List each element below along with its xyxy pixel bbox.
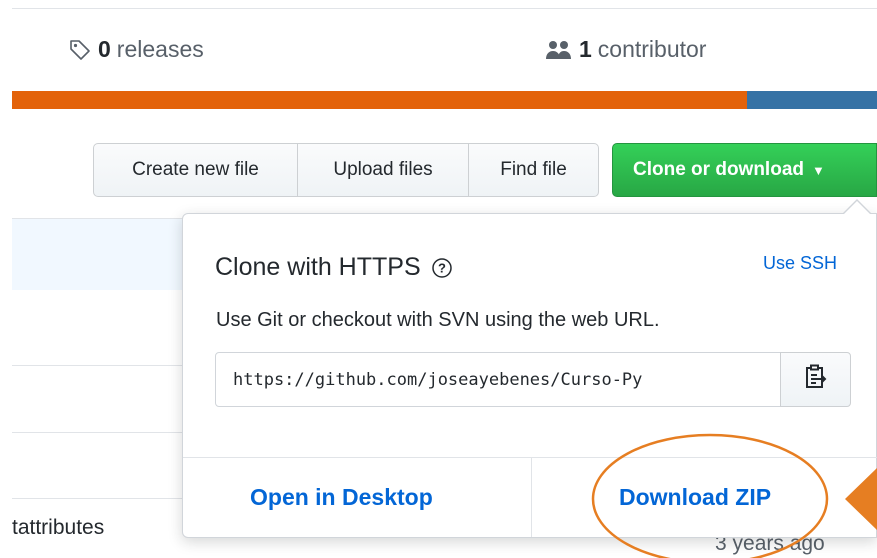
use-ssh-link[interactable]: Use SSH bbox=[763, 253, 837, 274]
file-list-divider bbox=[12, 432, 182, 433]
clone-url-input[interactable] bbox=[215, 352, 781, 407]
clone-or-download-button[interactable]: Clone or download ▼ bbox=[612, 143, 877, 197]
download-zip-button[interactable]: Download ZIP bbox=[619, 484, 771, 511]
releases-link[interactable]: 0 releases bbox=[68, 36, 204, 63]
top-divider bbox=[12, 8, 877, 9]
create-new-file-button[interactable]: Create new file bbox=[93, 143, 298, 197]
copy-url-button[interactable] bbox=[780, 352, 851, 407]
people-icon bbox=[545, 38, 573, 62]
caret-down-icon: ▼ bbox=[812, 162, 825, 178]
find-file-button[interactable]: Find file bbox=[468, 143, 599, 197]
language-segment-primary[interactable] bbox=[12, 91, 748, 109]
popover-footer-divider bbox=[183, 457, 877, 458]
svg-text:?: ? bbox=[438, 260, 446, 275]
popover-arrow bbox=[844, 201, 870, 214]
contributors-count: 1 bbox=[579, 36, 592, 62]
clone-description: Use Git or checkout with SVN using the w… bbox=[216, 309, 660, 331]
language-segment-secondary[interactable] bbox=[747, 91, 877, 109]
popover-footer-separator bbox=[531, 458, 532, 537]
question-icon[interactable]: ? bbox=[431, 257, 453, 279]
file-list-divider bbox=[12, 365, 182, 366]
contributors-label: contributor bbox=[597, 36, 707, 62]
clone-title-text: Clone with HTTPS bbox=[215, 253, 421, 281]
language-bar[interactable] bbox=[12, 91, 877, 109]
upload-files-button[interactable]: Upload files bbox=[297, 143, 469, 197]
file-list-divider bbox=[12, 498, 182, 499]
clone-or-download-label: Clone or download bbox=[633, 159, 804, 180]
file-name[interactable]: tattributes bbox=[12, 516, 104, 540]
clone-title: Clone with HTTPS ? bbox=[215, 253, 453, 282]
contributors-link[interactable]: 1 contributor bbox=[545, 36, 706, 63]
releases-count: 0 bbox=[98, 36, 111, 62]
releases-label: releases bbox=[116, 36, 204, 62]
open-in-desktop-button[interactable]: Open in Desktop bbox=[250, 484, 433, 511]
clipboard-icon bbox=[805, 364, 827, 395]
tag-icon bbox=[68, 38, 92, 62]
file-list-header-row bbox=[12, 218, 182, 290]
